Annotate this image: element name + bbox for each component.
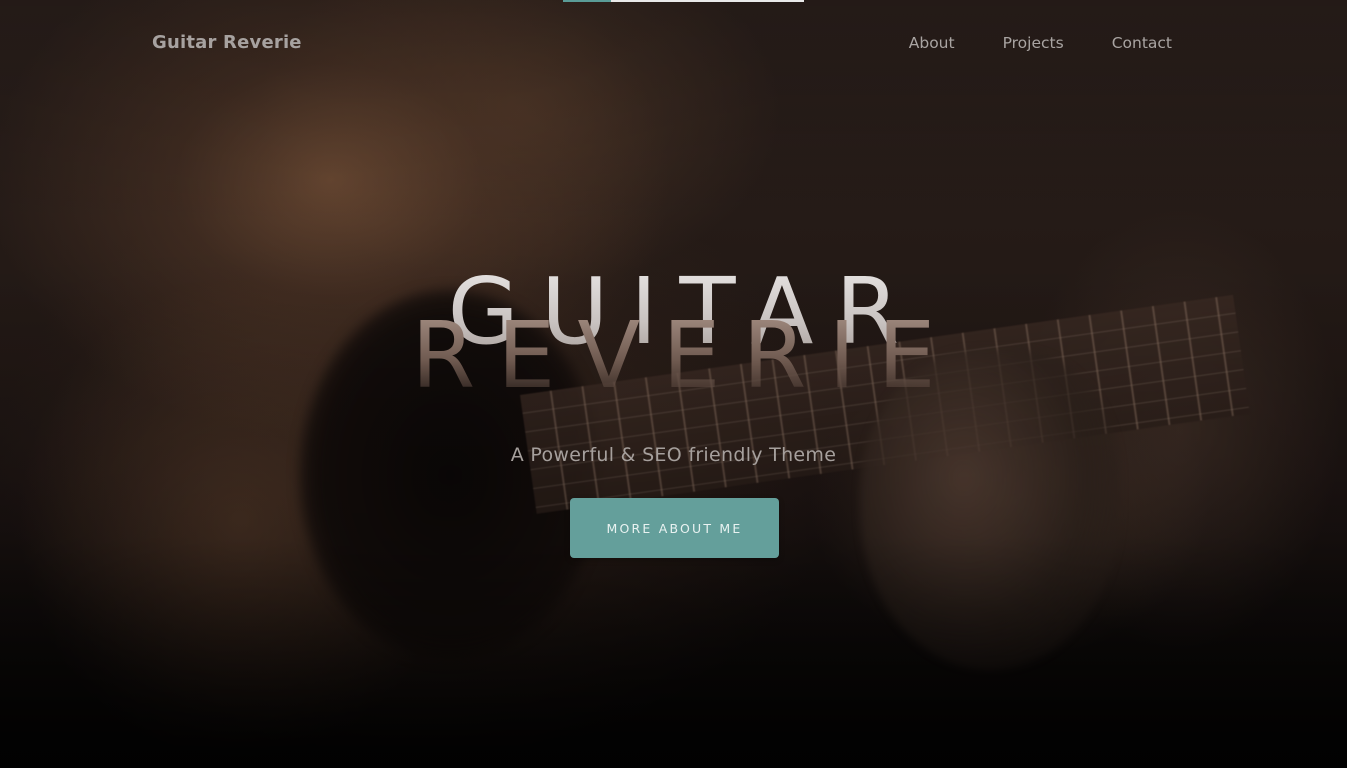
- site-brand-link[interactable]: Guitar Reverie: [152, 32, 302, 53]
- nav-link-about[interactable]: About: [909, 34, 955, 52]
- hero-subtitle: A Powerful & SEO friendly Theme: [510, 444, 837, 466]
- site-header: Guitar Reverie About Projects Contact: [0, 0, 1347, 88]
- main-nav: About Projects Contact: [909, 34, 1172, 52]
- nav-link-contact[interactable]: Contact: [1112, 34, 1172, 52]
- hero-title-line-2: REVERIE: [0, 310, 1347, 402]
- nav-link-projects[interactable]: Projects: [1003, 34, 1064, 52]
- more-about-me-button[interactable]: MORE ABOUT ME: [570, 498, 779, 558]
- page: Guitar Reverie About Projects Contact GU…: [0, 0, 1347, 768]
